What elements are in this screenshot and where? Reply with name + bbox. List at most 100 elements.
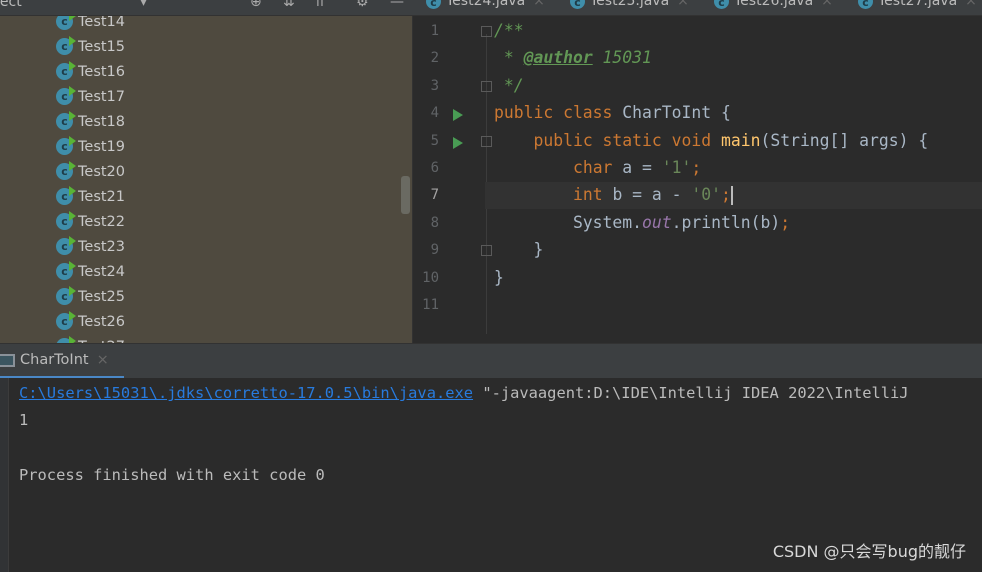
- code-token: */: [494, 75, 524, 95]
- code-line: */: [494, 76, 524, 95]
- tab-label: Test26.java: [734, 0, 814, 9]
- java-class-icon: c: [56, 111, 76, 130]
- code-line: /**: [494, 21, 524, 40]
- tree-item[interactable]: c Test14: [56, 16, 125, 34]
- close-icon[interactable]: ×: [821, 0, 833, 9]
- tree-item-label: Test18: [78, 113, 126, 130]
- tree-item-label: Test14: [78, 16, 126, 30]
- java-path-link[interactable]: C:\Users\15031\.jdks\corretto-17.0.5\bin…: [19, 384, 473, 402]
- java-class-icon: c: [858, 0, 873, 9]
- code-token: public class: [494, 103, 623, 123]
- code-token: '0': [691, 185, 721, 205]
- fold-icon[interactable]: [481, 135, 492, 147]
- tree-item[interactable]: c Test15: [56, 34, 125, 59]
- close-icon[interactable]: ×: [965, 0, 977, 9]
- tree-item-label: Test24: [78, 263, 126, 280]
- code-token: '1': [661, 158, 692, 177]
- watermark: CSDN @只会写bug的靓仔: [772, 542, 966, 561]
- tree-item-label: Test23: [78, 238, 126, 255]
- fold-icon[interactable]: [481, 245, 492, 257]
- tree-item[interactable]: c Test18: [56, 109, 125, 134]
- gear-icon[interactable]: ⚙: [356, 0, 369, 10]
- fold-icon[interactable]: [481, 26, 492, 37]
- code-token: 15031: [592, 48, 652, 68]
- code-token: System.: [494, 212, 643, 232]
- code-token: b = a -: [612, 185, 692, 205]
- close-icon[interactable]: ×: [677, 0, 689, 9]
- line-number: 5: [430, 132, 439, 149]
- line-number: 3: [430, 77, 439, 94]
- run-icon[interactable]: [453, 136, 463, 149]
- run-icon[interactable]: [453, 109, 463, 122]
- tree-item[interactable]: c Test16: [56, 59, 125, 84]
- scrollbar[interactable]: [401, 176, 410, 214]
- java-class-icon: c: [56, 61, 76, 80]
- java-class-icon: c: [570, 0, 585, 9]
- line-number: 7: [430, 187, 439, 204]
- minimize-icon[interactable]: —: [390, 0, 404, 10]
- tab-label: Test27.java: [878, 0, 958, 9]
- java-class-icon: c: [56, 16, 76, 30]
- code-token: main: [720, 130, 761, 150]
- run-tab[interactable]: CharToInt ×: [0, 344, 124, 379]
- tree-item-label: Test19: [78, 138, 126, 155]
- code-token: char: [572, 158, 623, 177]
- tree-item-label: Test20: [78, 163, 126, 180]
- code-token: }: [494, 267, 504, 287]
- code-token: (String[] args) {: [760, 130, 929, 150]
- line-number: 11: [422, 297, 439, 313]
- java-class-icon: c: [56, 36, 76, 55]
- run-panel-header: CharToInt ×: [0, 343, 982, 379]
- code-line: * @author 15031: [494, 48, 652, 67]
- code-token: .println(b): [671, 212, 781, 232]
- editor-tab[interactable]: c Test24.java ×: [426, 0, 545, 9]
- java-class-icon: c: [56, 211, 76, 230]
- java-class-icon: c: [56, 161, 76, 180]
- program-output: 1: [19, 411, 29, 429]
- code-token: a =: [622, 158, 662, 177]
- line-number: 8: [430, 214, 439, 231]
- editor-tab[interactable]: c Test26.java ×: [714, 0, 833, 9]
- exit-message: Process finished with exit code 0: [19, 466, 325, 484]
- code-line: System.out.println(b);: [494, 213, 790, 232]
- locate-icon[interactable]: ⊕: [250, 0, 262, 10]
- code-token: ;: [780, 212, 791, 232]
- line-number: 9: [430, 242, 439, 259]
- project-toolbar: ject ▾ ⊕ ⇊ ⇈ ⚙ —: [0, 0, 412, 16]
- tree-item[interactable]: c Test23: [56, 234, 125, 259]
- editor-tabs: c Test24.java × c Test25.java × c Test26.java × c…: [412, 0, 982, 16]
- tree-item-label: Test22: [78, 213, 126, 230]
- tree-item[interactable]: c Test21: [56, 184, 125, 209]
- fold-icon[interactable]: [481, 80, 492, 92]
- close-icon[interactable]: ×: [97, 352, 109, 368]
- tree-item-label: Test26: [78, 313, 126, 330]
- line-number: 2: [430, 50, 439, 67]
- tree-item[interactable]: c Test24: [56, 259, 125, 284]
- tree-item[interactable]: cTest27: [56, 334, 125, 343]
- code-token: out: [642, 212, 672, 232]
- tree-item[interactable]: c Test25: [56, 284, 125, 309]
- editor-tab[interactable]: c Test27.java ×: [858, 0, 977, 9]
- tree-item[interactable]: c Test19: [56, 134, 125, 159]
- line-number: 6: [430, 160, 439, 176]
- editor-tab[interactable]: c Test25.java ×: [570, 0, 689, 9]
- code-line: public class CharToInt {: [494, 103, 731, 122]
- project-title[interactable]: ject: [0, 0, 22, 10]
- collapse-all-icon[interactable]: ⇈: [314, 0, 326, 10]
- tree-item[interactable]: c Test22: [56, 209, 125, 234]
- code-token: CharToInt {: [622, 103, 731, 123]
- code-line: }: [494, 240, 543, 259]
- tree-item[interactable]: c Test17: [56, 84, 125, 109]
- tree-item[interactable]: c Test26: [56, 309, 125, 334]
- code-editor[interactable]: 1 /** 2 * @author 15031 3 */ 4 public class C…: [412, 16, 982, 343]
- tree-item[interactable]: c Test20: [56, 159, 125, 184]
- java-class-icon: c: [56, 286, 76, 305]
- line-number: 4: [430, 105, 439, 122]
- expand-all-icon[interactable]: ⇊: [283, 0, 295, 10]
- close-icon[interactable]: ×: [533, 0, 545, 9]
- tree-item-label: Test16: [78, 63, 126, 80]
- dropdown-icon[interactable]: ▾: [140, 0, 147, 10]
